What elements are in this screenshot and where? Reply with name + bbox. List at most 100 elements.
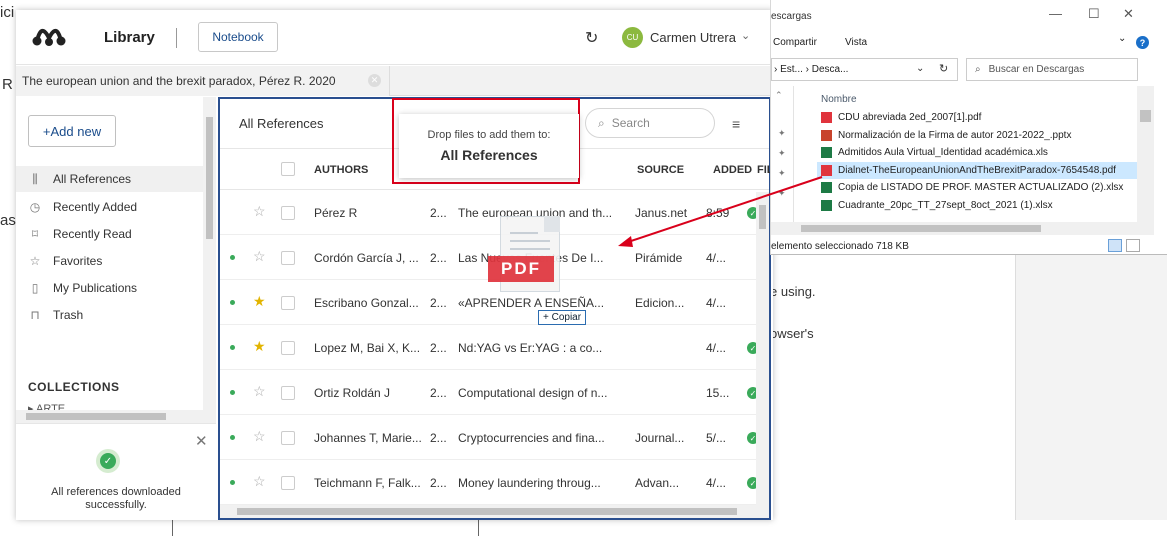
row-checkbox[interactable] (281, 341, 295, 355)
menu-view[interactable]: Vista (845, 37, 867, 48)
star-icon[interactable]: ★ (253, 293, 266, 310)
expand-ribbon-icon[interactable]: ⌄ (1118, 33, 1126, 44)
file-name: Normalización de la Firma de autor 2021-… (838, 129, 1072, 141)
column-name[interactable]: Nombre (821, 94, 857, 105)
search-input[interactable]: ⌕ Buscar en Descargas (966, 58, 1138, 81)
pin-icon[interactable]: ✦ (778, 148, 786, 159)
avatar[interactable]: CU (622, 27, 643, 48)
add-new-button[interactable]: +Add new (28, 115, 116, 147)
pdf-label: PDF (488, 256, 554, 282)
tab-label: The european union and the brexit parado… (22, 74, 336, 88)
xlsx-file-icon (821, 182, 832, 193)
cell-year: 2... (430, 386, 447, 400)
chevron-down-icon[interactable]: ⌄ (916, 63, 924, 74)
column-added[interactable]: ADDED (713, 164, 752, 176)
sidebar-item-my-publications[interactable]: ▯ My Publications (16, 275, 203, 301)
file-list: Nombre CDU abreviada 2ed_2007[1].pdf Norm… (797, 86, 1147, 222)
file-item[interactable]: Cuadrante_20pc_TT_27sept_8oct_2021 (1).x… (817, 197, 1147, 214)
star-icon[interactable]: ☆ (253, 383, 266, 400)
chevron-down-icon[interactable]: ⌄ (741, 29, 750, 42)
sidebar-item-recently-read[interactable]: ⌑ Recently Read (16, 221, 203, 247)
star-icon[interactable]: ☆ (253, 203, 266, 220)
star-icon[interactable]: ★ (253, 338, 266, 355)
file-name: Dialnet-TheEuropeanUnionAndTheBrexitPara… (838, 164, 1116, 176)
app-header: Library Notebook ↻ CU Carmen Utrera ⌄ (16, 10, 773, 65)
chevron-up-icon[interactable]: ⌃ (775, 90, 783, 101)
address-bar[interactable]: › Est... › Desca... (771, 58, 958, 81)
pin-icon[interactable]: ✦ (778, 168, 786, 179)
download-toast: ✕ ✓ All references downloaded successful… (16, 423, 216, 520)
column-authors[interactable]: AUTHORS (314, 164, 368, 176)
large-icons-view-icon[interactable] (1126, 239, 1140, 252)
star-icon[interactable]: ☆ (253, 248, 266, 265)
file-list-scrollbar[interactable] (1137, 86, 1154, 222)
star-icon[interactable]: ☆ (253, 473, 266, 490)
minimize-icon[interactable]: — (1049, 6, 1062, 21)
refresh-icon[interactable]: ↻ (939, 62, 948, 75)
cell-year: 2... (430, 476, 447, 490)
copy-badge: + Copiar (538, 310, 587, 325)
cell-year: 2... (430, 206, 447, 220)
select-all-checkbox[interactable] (281, 162, 295, 176)
sidebar-item-trash[interactable]: ⊓ Trash (16, 302, 203, 328)
notebook-button[interactable]: Notebook (198, 22, 278, 52)
maximize-icon[interactable]: ☐ (1088, 6, 1100, 22)
cell-year: 2... (430, 296, 447, 310)
file-item[interactable]: Admitidos Aula Virtual_Identidad académi… (817, 144, 1147, 161)
close-icon[interactable]: ✕ (368, 74, 381, 87)
close-icon[interactable]: ✕ (195, 432, 208, 450)
row-checkbox[interactable] (281, 476, 295, 490)
file-list-horizontal-scroll-thumb[interactable] (801, 225, 1041, 232)
file-fold-icon (544, 216, 560, 232)
details-view-icon[interactable] (1108, 239, 1122, 252)
sidebar-scroll-thumb[interactable] (206, 117, 213, 239)
status-bar: elemento seleccionado 718 KB (771, 241, 909, 252)
row-checkbox[interactable] (281, 431, 295, 445)
filter-icon[interactable]: ≡ (732, 116, 740, 132)
sidebar: +Add new ⫼ All References ◷ Recently Add… (16, 97, 216, 520)
sidebar-item-recently-added[interactable]: ◷ Recently Added (16, 194, 203, 220)
sidebar-horizontal-scroll-thumb[interactable] (26, 413, 166, 420)
tab-document[interactable]: The european union and the brexit parado… (16, 66, 390, 96)
pin-icon[interactable]: ✦ (778, 188, 786, 199)
cell-authors: Lopez M, Bai X, K... (314, 341, 421, 355)
star-icon[interactable]: ☆ (253, 428, 266, 445)
mendeley-logo-icon[interactable] (32, 26, 66, 48)
dragged-pdf-icon[interactable]: PDF (484, 216, 564, 308)
sidebar-item-label: Recently Added (53, 200, 138, 214)
cell-title: Cryptocurrencies and fina... (458, 431, 605, 445)
row-checkbox[interactable] (281, 296, 295, 310)
file-item[interactable]: Dialnet-TheEuropeanUnionAndTheBrexitPara… (817, 161, 1147, 179)
sidebar-item-label: Favorites (53, 254, 103, 268)
document-icon: ▯ (31, 281, 39, 295)
library-icon: ⫼ (32, 171, 38, 186)
references-scrollbar[interactable] (756, 192, 769, 505)
row-checkbox[interactable] (281, 251, 295, 265)
page-title: All References (239, 116, 324, 131)
table-row[interactable]: ☆ Johannes T, Marie... 2... Cryptocurrencie… (220, 416, 759, 460)
table-row[interactable]: ★ Lopez M, Bai X, K... 2... Nd:YAG vs Er:YA… (220, 326, 759, 370)
row-checkbox[interactable] (281, 386, 295, 400)
file-item[interactable]: CDU abreviada 2ed_2007[1].pdf (817, 109, 1147, 126)
sidebar-item-all-references[interactable]: ⫼ All References (16, 166, 203, 192)
user-name[interactable]: Carmen Utrera (650, 30, 736, 45)
table-row[interactable]: ☆ Teichmann F, Falk... 2... Money launderin… (220, 461, 759, 505)
drop-target-card[interactable]: Drop files to add them to: All Reference… (399, 114, 579, 178)
cell-title: Nd:YAG vs Er:YAG : a co... (458, 341, 603, 355)
sidebar-item-favorites[interactable]: ☆ Favorites (16, 248, 203, 274)
menu-share[interactable]: Compartir (773, 37, 817, 48)
close-icon[interactable]: ✕ (1123, 6, 1134, 22)
search-input[interactable]: ⌕ Search (585, 108, 715, 138)
references-horizontal-scroll-thumb[interactable] (237, 508, 737, 515)
row-checkbox[interactable] (281, 206, 295, 220)
table-row[interactable]: ☆ Ortiz Roldán J 2... Computational design … (220, 371, 759, 415)
sync-icon[interactable]: ↻ (585, 28, 598, 48)
references-scroll-thumb[interactable] (759, 205, 766, 229)
file-list-scroll-thumb[interactable] (1140, 110, 1151, 122)
file-item[interactable]: Copia de LISTADO DE PROF. MASTER ACTUALI… (817, 179, 1147, 196)
column-source[interactable]: SOURCE (637, 164, 684, 176)
cell-added: 8:59 (706, 206, 730, 220)
help-icon[interactable]: ? (1136, 36, 1149, 49)
file-item[interactable]: Normalización de la Firma de autor 2021-… (817, 127, 1147, 144)
pin-icon[interactable]: ✦ (778, 128, 786, 139)
